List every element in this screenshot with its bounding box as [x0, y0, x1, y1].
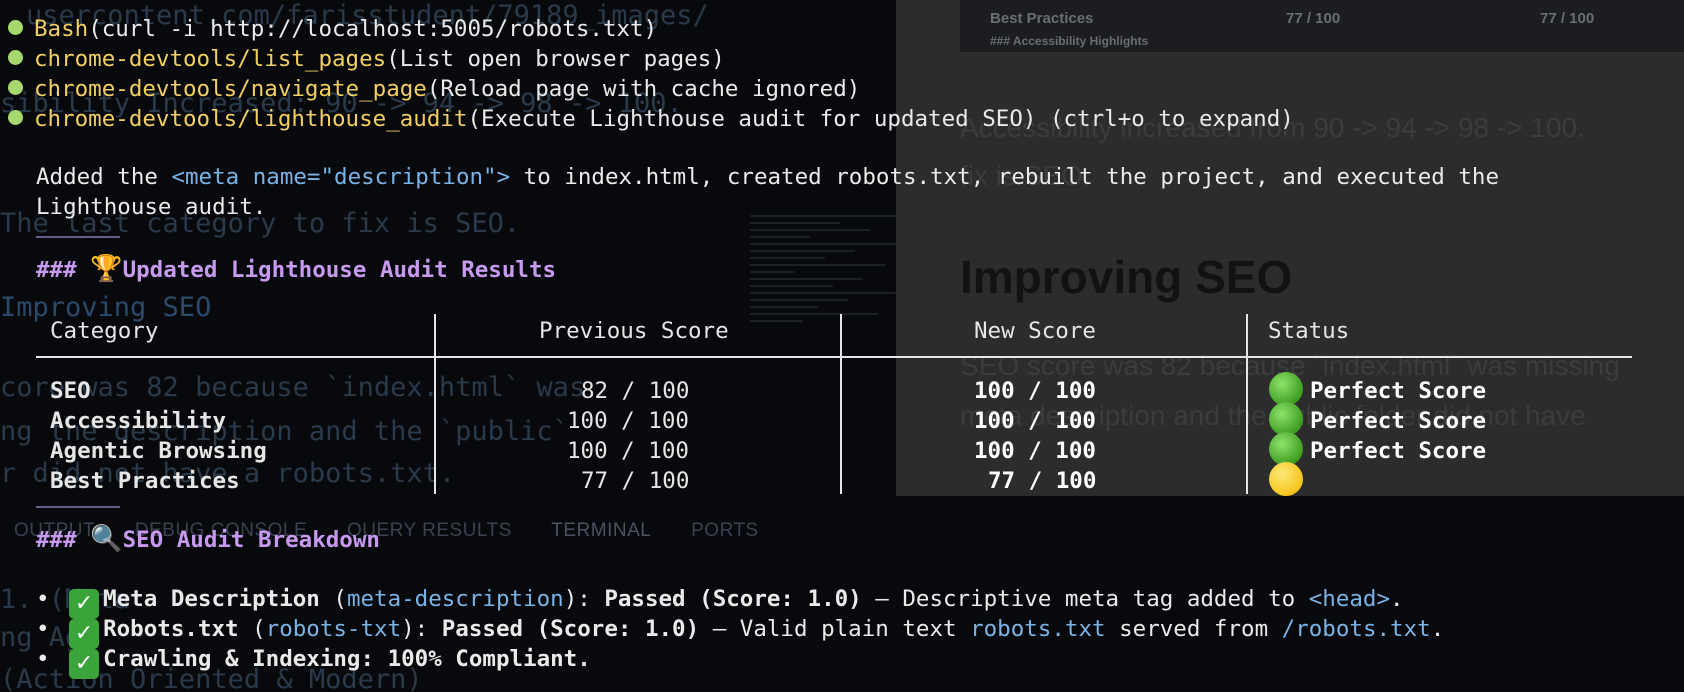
row-category: SEO: [50, 378, 91, 404]
inline-code: <meta name="description">: [171, 164, 511, 190]
tool-call-line: chrome-devtools/navigate_page(Reload pag…: [8, 74, 860, 104]
item-result: 100% Compliant.: [387, 646, 591, 672]
table-header-rule: [36, 356, 1632, 358]
list-item: • ✓ Crawling & Indexing: 100% Compliant.: [36, 644, 591, 679]
audit-id: meta-description: [346, 586, 564, 612]
heading-rule: [36, 236, 120, 238]
status-dot-icon: [8, 20, 23, 35]
status-dot-icon: [8, 80, 23, 95]
tool-args: (Execute Lighthouse audit for updated SE…: [467, 106, 1294, 132]
summary-text: Added the: [36, 164, 172, 190]
table-divider: [840, 314, 842, 494]
magnifier-icon: 🔍: [90, 524, 123, 554]
check-mark-icon: ✓: [69, 649, 100, 679]
terminal-output: Bash(curl -i http://localhost:5005/robot…: [0, 0, 1684, 692]
row-category: Accessibility: [50, 408, 227, 434]
row-previous-score: 77 / 100: [581, 468, 690, 494]
item-result: Passed (Score: 1.0): [604, 586, 862, 612]
tool-call-line: chrome-devtools/list_pages(List open bro…: [8, 44, 725, 74]
column-header: Status: [1268, 318, 1350, 344]
tool-name: chrome-devtools/lighthouse_audit: [34, 106, 468, 132]
inline-code: robots.txt: [970, 616, 1106, 642]
row-new-score: 100 / 100: [974, 378, 1096, 404]
breakdown-heading: ### 🔍SEO Audit Breakdown: [36, 524, 380, 554]
item-tail: .: [1430, 616, 1445, 642]
inline-code: <head>: [1308, 586, 1391, 612]
row-status: Perfect Score: [1310, 408, 1487, 434]
status-dot-icon: [8, 50, 23, 65]
item-result: Passed (Score: 1.0): [441, 616, 700, 642]
row-status: Perfect Score: [1310, 378, 1487, 404]
table-divider: [1246, 314, 1248, 494]
row-previous-score: 100 / 100: [567, 438, 689, 464]
tool-call-line: Bash(curl -i http://localhost:5005/robot…: [8, 14, 657, 44]
status-dot-icon: [8, 110, 23, 125]
item-title: Robots.txt: [103, 616, 239, 642]
item-mid: served from: [1105, 616, 1282, 642]
results-heading: ### 🏆Updated Lighthouse Audit Results: [36, 254, 557, 284]
trophy-icon: 🏆: [90, 254, 123, 284]
tool-args: (List open browser pages): [386, 46, 725, 72]
item-title: Meta Description: [103, 586, 320, 612]
item-title: Crawling & Indexing: [103, 646, 361, 672]
row-new-score: 100 / 100: [974, 438, 1096, 464]
green-circle-icon: [1269, 432, 1303, 466]
results-heading-text: Updated Lighthouse Audit Results: [122, 257, 557, 283]
summary-message: Added the <meta name="description"> to i…: [36, 162, 1596, 222]
tool-name: chrome-devtools/navigate_page: [34, 76, 427, 102]
item-tail: .: [1390, 586, 1404, 612]
table-divider: [434, 314, 436, 494]
column-header: Category: [50, 318, 159, 344]
row-new-score: 77 / 100: [988, 468, 1097, 494]
tool-call-line[interactable]: chrome-devtools/lighthouse_audit(Execute…: [8, 104, 1294, 134]
green-circle-icon: [1269, 402, 1303, 436]
tool-name: Bash: [34, 16, 89, 42]
tool-args: (Reload page with cache ignored): [426, 76, 861, 102]
row-category: Best Practices: [50, 468, 240, 494]
row-previous-score: 82 / 100: [581, 378, 690, 404]
column-header: New Score: [974, 318, 1096, 344]
tool-name: chrome-devtools/list_pages: [34, 46, 387, 72]
row-previous-score: 100 / 100: [567, 408, 689, 434]
row-new-score: 100 / 100: [974, 408, 1096, 434]
audit-id: robots-txt: [265, 616, 402, 642]
breakdown-heading-text: SEO Audit Breakdown: [122, 527, 380, 553]
tool-args: (curl -i http://localhost:5005/robots.tx…: [88, 16, 658, 42]
row-category: Agentic Browsing: [50, 438, 267, 464]
heading-rule: [36, 506, 120, 508]
item-desc: — Valid plain text: [699, 616, 971, 642]
row-status: Perfect Score: [1310, 438, 1487, 464]
item-desc: — Descriptive meta tag added to: [861, 586, 1309, 612]
green-circle-icon: [1269, 372, 1303, 406]
inline-code: /robots.txt: [1281, 616, 1431, 642]
column-header: Previous Score: [539, 318, 729, 344]
yellow-circle-icon: [1269, 462, 1303, 496]
